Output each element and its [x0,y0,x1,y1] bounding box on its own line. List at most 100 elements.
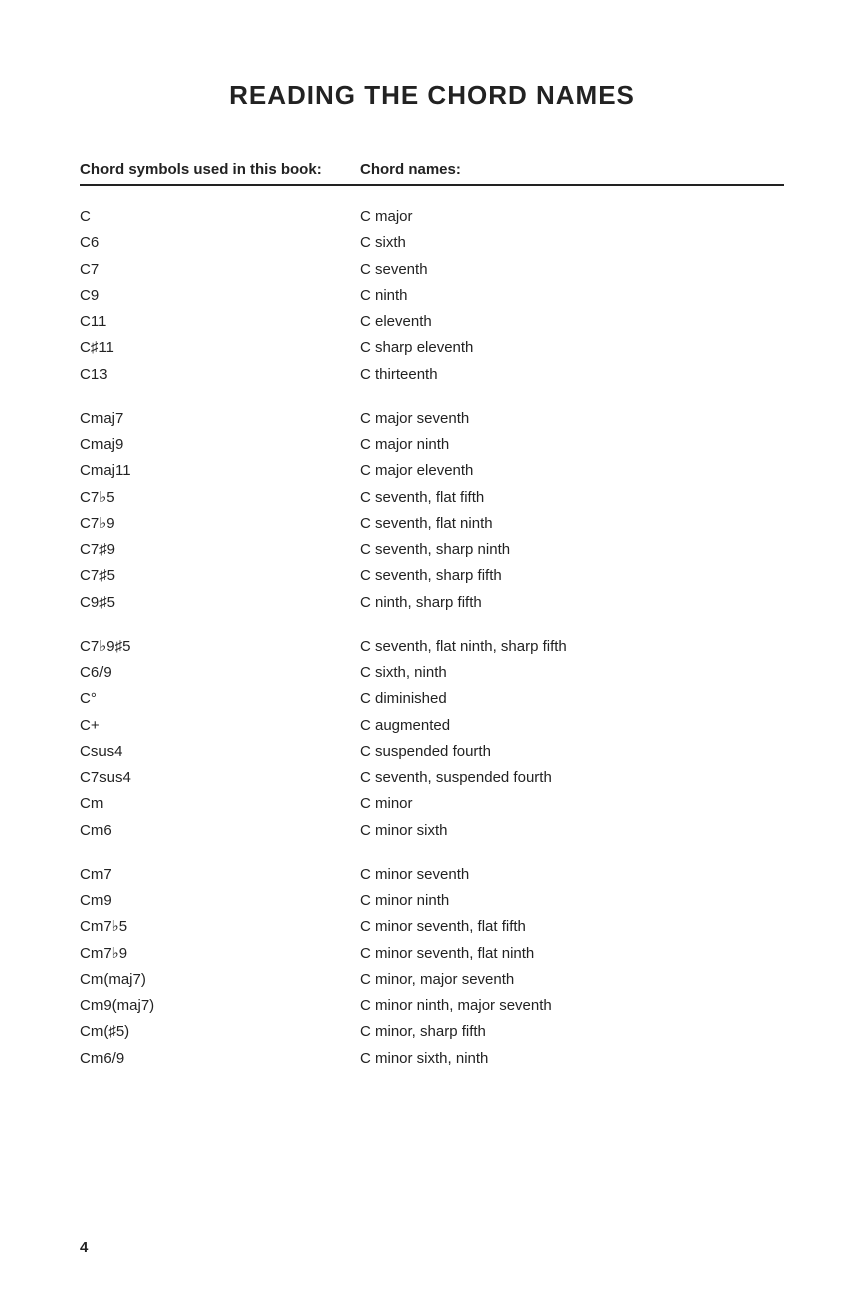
table-row: Cm6C minor sixth [80,818,784,844]
chord-name: C seventh, suspended fourth [360,765,784,791]
table-row: C7♭5C seventh, flat fifth [80,485,784,511]
table-row: CC major [80,204,784,230]
table-row: C9♯5C ninth, sharp fifth [80,590,784,616]
chord-name: C major eleventh [360,458,784,484]
chord-symbol: Cmaj11 [80,458,360,484]
table-headers: Chord symbols used in this book: Chord n… [80,161,784,186]
header-name: Chord names: [360,161,784,186]
chord-name: C minor sixth [360,818,784,844]
chord-symbol: Cmaj7 [80,406,360,432]
chord-name: C minor seventh, flat fifth [360,914,784,940]
chord-name: C minor seventh, flat ninth [360,941,784,967]
table-row: C6C sixth [80,230,784,256]
table-row: Cmaj9C major ninth [80,432,784,458]
table-row: Cm7♭5C minor seventh, flat fifth [80,914,784,940]
chord-name: C minor sixth, ninth [360,1046,784,1072]
chord-symbol: Cm9(maj7) [80,993,360,1019]
chord-name: C major [360,204,784,230]
chord-name: C minor, major seventh [360,967,784,993]
chord-symbol: C9 [80,283,360,309]
group-spacer [80,616,784,634]
chord-name: C diminished [360,686,784,712]
table-row: C7♭9♯5C seventh, flat ninth, sharp fifth [80,634,784,660]
chord-symbol: Cm [80,791,360,817]
chord-name: C suspended fourth [360,739,784,765]
chord-symbol: Cmaj9 [80,432,360,458]
chord-name: C augmented [360,713,784,739]
chord-symbol: C13 [80,362,360,388]
chord-symbol: C+ [80,713,360,739]
chord-name: C sixth, ninth [360,660,784,686]
chord-name: C ninth [360,283,784,309]
chord-symbol: Cm6/9 [80,1046,360,1072]
chord-symbol: C7♭5 [80,485,360,511]
table-row: C+C augmented [80,713,784,739]
chord-symbol: Cm(maj7) [80,967,360,993]
chord-name: C minor seventh [360,862,784,888]
chord-name: C minor, sharp fifth [360,1019,784,1045]
chord-name: C seventh, flat ninth [360,511,784,537]
table-row: Cmaj7C major seventh [80,406,784,432]
chord-symbol: C7♭9 [80,511,360,537]
chord-symbol: C7♯5 [80,563,360,589]
group-spacer [80,388,784,406]
chord-name: C seventh, sharp ninth [360,537,784,563]
table-row: Cmaj11C major eleventh [80,458,784,484]
table-row: Cm(♯5)C minor, sharp fifth [80,1019,784,1045]
table-row: C7♯9C seventh, sharp ninth [80,537,784,563]
chord-symbol: C7♯9 [80,537,360,563]
table-row: CmC minor [80,791,784,817]
chord-symbol: C♯11 [80,335,360,361]
chord-symbol: Cm(♯5) [80,1019,360,1045]
chord-symbol: C7♭9♯5 [80,634,360,660]
chord-symbol: C11 [80,309,360,335]
chord-symbol: C [80,204,360,230]
chord-name: C minor [360,791,784,817]
table-row: C13C thirteenth [80,362,784,388]
chord-symbol: Cm7♭9 [80,941,360,967]
table-row: C7♭9C seventh, flat ninth [80,511,784,537]
table-row: Cm9C minor ninth [80,888,784,914]
chord-name: C seventh, sharp fifth [360,563,784,589]
chord-name: C seventh [360,257,784,283]
chord-symbol: C7sus4 [80,765,360,791]
chord-name: C sixth [360,230,784,256]
chord-symbol: Csus4 [80,739,360,765]
table-row: C7♯5C seventh, sharp fifth [80,563,784,589]
chord-symbol: C6/9 [80,660,360,686]
chord-name: C minor ninth [360,888,784,914]
table-row: Cm6/9C minor sixth, ninth [80,1046,784,1072]
chord-symbol: Cm7♭5 [80,914,360,940]
table-row: C11C eleventh [80,309,784,335]
table-row: C7sus4C seventh, suspended fourth [80,765,784,791]
table-row: C9C ninth [80,283,784,309]
chord-name: C ninth, sharp fifth [360,590,784,616]
page-title: READING THE CHORD NAMES [80,80,784,111]
table-row: C♯11C sharp eleventh [80,335,784,361]
chord-name: C minor ninth, major seventh [360,993,784,1019]
chord-symbol: Cm7 [80,862,360,888]
chord-name: C seventh, flat fifth [360,485,784,511]
chord-name: C major seventh [360,406,784,432]
page-number: 4 [80,1239,88,1256]
chord-name: C major ninth [360,432,784,458]
table-row: Cm(maj7)C minor, major seventh [80,967,784,993]
chord-table: CC majorC6C sixthC7C seventhC9C ninthC11… [80,204,784,1072]
chord-symbol: C9♯5 [80,590,360,616]
chord-symbol: Cm6 [80,818,360,844]
table-row: Csus4C suspended fourth [80,739,784,765]
table-row: C7C seventh [80,257,784,283]
chord-symbol: C6 [80,230,360,256]
chord-symbol: Cm9 [80,888,360,914]
chord-name: C eleventh [360,309,784,335]
table-row: C°C diminished [80,686,784,712]
group-spacer [80,844,784,862]
chord-name: C thirteenth [360,362,784,388]
chord-name: C sharp eleventh [360,335,784,361]
table-row: Cm9(maj7)C minor ninth, major seventh [80,993,784,1019]
chord-name: C seventh, flat ninth, sharp fifth [360,634,784,660]
page: READING THE CHORD NAMES Chord symbols us… [0,0,864,1132]
header-symbol: Chord symbols used in this book: [80,161,360,186]
table-row: C6/9C sixth, ninth [80,660,784,686]
table-row: Cm7♭9C minor seventh, flat ninth [80,941,784,967]
